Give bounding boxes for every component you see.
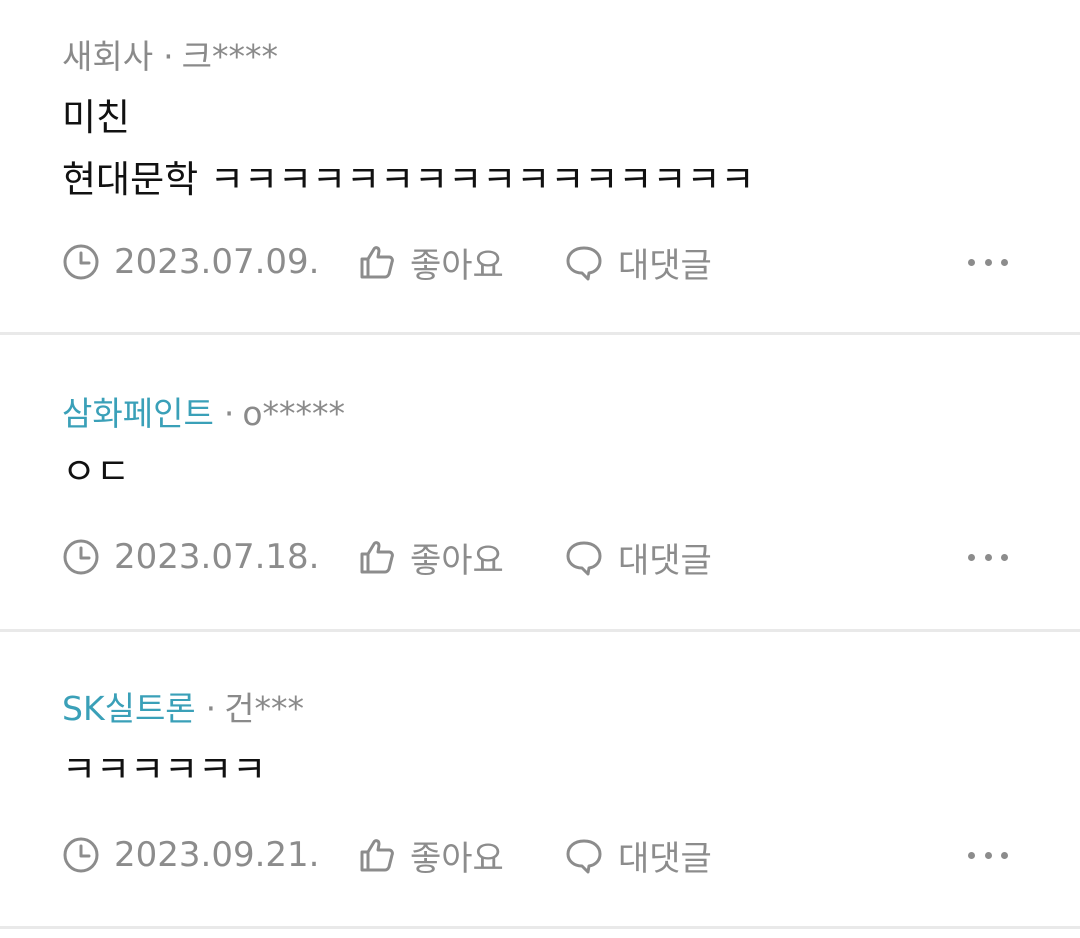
comment-text: ㅋㅋㅋㅋㅋㅋ bbox=[62, 748, 267, 791]
comment-date: 2023.07.18. bbox=[62, 537, 358, 577]
comment-actions: 2023.07.09. 좋아요 대댓글 bbox=[62, 237, 1008, 287]
author-line: SK실트론 · 건*** bbox=[62, 682, 304, 730]
reply-button[interactable]: 대댓글 bbox=[564, 533, 968, 582]
date-text: 2023.07.09. bbox=[114, 242, 320, 282]
reply-label: 대댓글 bbox=[618, 540, 712, 581]
author-name: 건*** bbox=[224, 689, 305, 728]
author-name: o***** bbox=[242, 394, 346, 433]
more-options-button[interactable] bbox=[968, 247, 1008, 277]
comment-item: 새회사 · 크**** 미친 현대문학 ㅋㅋㅋㅋㅋㅋㅋㅋㅋㅋㅋㅋㅋㅋㅋㅋ 2023.… bbox=[0, 0, 1080, 335]
company-name: 새회사 bbox=[62, 37, 154, 76]
reply-button[interactable]: 대댓글 bbox=[564, 238, 968, 287]
comment-item: SK실트론 · 건*** ㅋㅋㅋㅋㅋㅋ 2023.09.21. 좋아요 대댓글 bbox=[0, 632, 1080, 929]
like-label: 좋아요 bbox=[410, 540, 504, 581]
separator: · bbox=[223, 394, 235, 433]
reply-label: 대댓글 bbox=[618, 838, 712, 879]
clock-icon bbox=[63, 837, 99, 873]
clock-icon bbox=[63, 539, 99, 575]
like-button[interactable]: 좋아요 bbox=[358, 238, 564, 287]
like-button[interactable]: 좋아요 bbox=[358, 533, 564, 582]
company-link[interactable]: SK실트론 bbox=[62, 689, 196, 728]
more-options-button[interactable] bbox=[968, 840, 1008, 870]
reply-label: 대댓글 bbox=[618, 245, 712, 286]
thumbs-up-icon bbox=[360, 246, 394, 279]
speech-bubble-icon bbox=[566, 839, 602, 874]
comment-text: ㅇㄷ bbox=[62, 450, 131, 493]
reply-button[interactable]: 대댓글 bbox=[564, 831, 968, 880]
like-label: 좋아요 bbox=[410, 838, 504, 879]
more-dot bbox=[1001, 553, 1008, 561]
more-dots-icon bbox=[968, 258, 975, 266]
separator: · bbox=[163, 37, 174, 76]
more-dot bbox=[984, 258, 992, 266]
more-dot bbox=[1001, 851, 1008, 859]
comment-actions: 2023.07.18. 좋아요 대댓글 bbox=[62, 532, 1008, 582]
speech-bubble-icon bbox=[566, 246, 602, 281]
company-link[interactable]: 삼화페인트 bbox=[62, 394, 214, 433]
more-dots-icon bbox=[968, 851, 975, 859]
more-dot bbox=[1001, 258, 1008, 266]
thumbs-up-icon bbox=[360, 839, 394, 872]
comment-date: 2023.09.21. bbox=[62, 835, 358, 875]
more-options-button[interactable] bbox=[968, 542, 1008, 572]
clock-icon bbox=[63, 244, 99, 280]
more-dots-icon bbox=[968, 553, 975, 561]
separator: · bbox=[205, 689, 217, 728]
more-dot bbox=[984, 851, 992, 859]
comment-item: 삼화페인트 · o***** ㅇㄷ 2023.07.18. 좋아요 대댓글 bbox=[0, 335, 1080, 632]
thumbs-up-icon bbox=[360, 541, 394, 574]
comment-date: 2023.07.09. bbox=[62, 242, 358, 282]
author-name: 크**** bbox=[181, 37, 278, 76]
like-label: 좋아요 bbox=[410, 245, 504, 286]
more-dot bbox=[984, 553, 992, 561]
comment-actions: 2023.09.21. 좋아요 대댓글 bbox=[62, 830, 1008, 880]
like-button[interactable]: 좋아요 bbox=[358, 831, 564, 880]
comment-text: 미친 현대문학 ㅋㅋㅋㅋㅋㅋㅋㅋㅋㅋㅋㅋㅋㅋㅋㅋ bbox=[62, 96, 755, 201]
author-line: 새회사 · 크**** bbox=[62, 30, 278, 78]
date-text: 2023.09.21. bbox=[114, 835, 320, 875]
speech-bubble-icon bbox=[566, 541, 602, 576]
author-line: 삼화페인트 · o***** bbox=[62, 387, 345, 435]
date-text: 2023.07.18. bbox=[114, 537, 320, 577]
